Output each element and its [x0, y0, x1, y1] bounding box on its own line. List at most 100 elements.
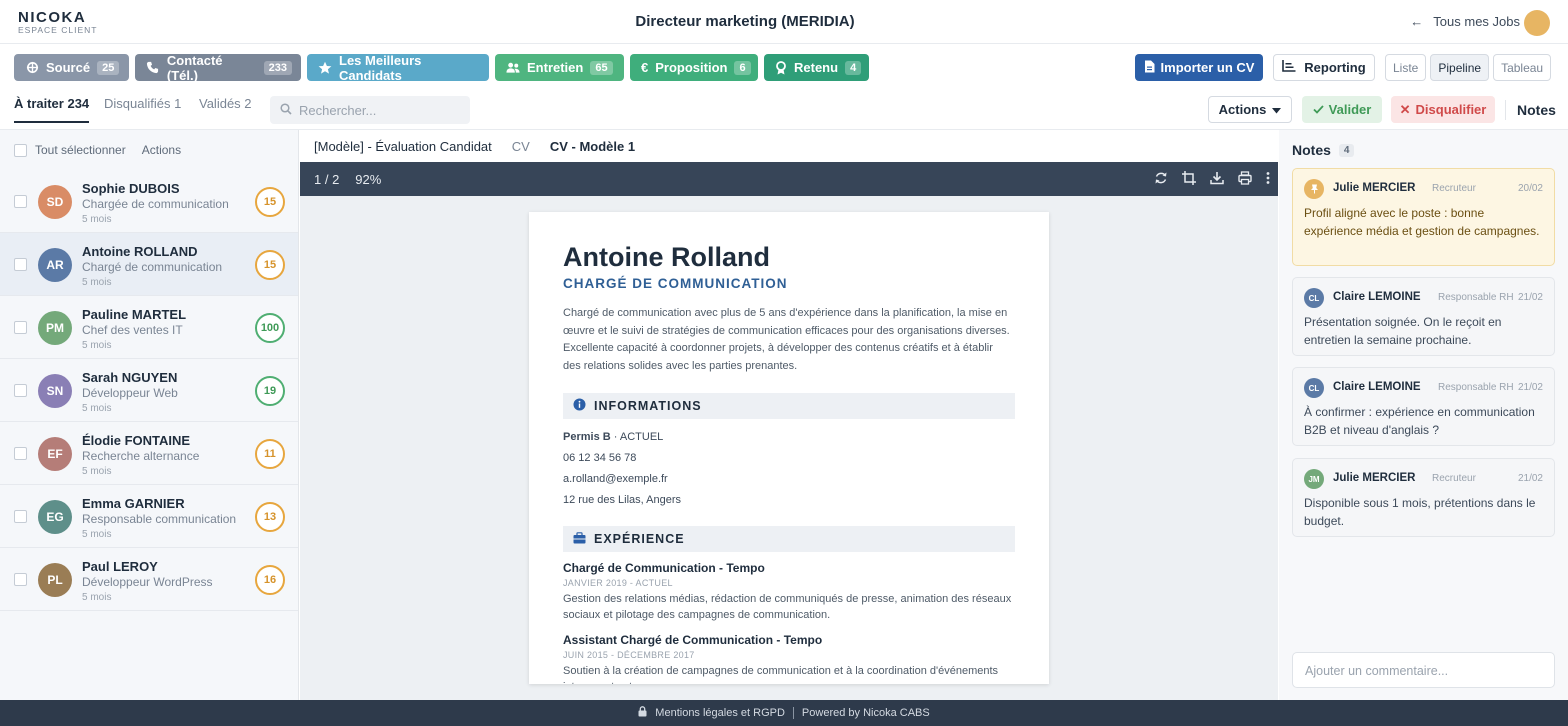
note-author: Claire LEMOINE [1333, 381, 1421, 393]
view-pipeline-button[interactable]: Pipeline [1430, 54, 1490, 81]
user-avatar[interactable] [1524, 10, 1550, 36]
cv-page: Antoine Rolland CHARGÉ DE COMMUNICATION … [529, 212, 1049, 684]
stage-contacted-button[interactable]: Contacté (Tél.) 233 [135, 53, 301, 83]
comment-input[interactable]: Ajouter un commentaire... [1292, 652, 1555, 688]
avatar: EG [38, 500, 72, 534]
pipeline-stage-bar: Sourcé 25 Contacté (Tél.) 233 Les Meille… [0, 44, 1568, 90]
select-all-checkbox[interactable] [14, 143, 27, 157]
caret-down-icon [1272, 102, 1282, 117]
candidate-name: Paul LEROY [82, 559, 158, 574]
candidate-name: Pauline MARTEL [82, 307, 187, 322]
candidate-checkbox[interactable] [14, 573, 27, 586]
validate-label: Valider [1328, 102, 1372, 117]
cv-address: 12 rue des Lilas, Angers [563, 494, 682, 506]
doc-tab-cv[interactable]: CV [512, 139, 530, 154]
candidate-row[interactable]: EF Élodie FONTAINE Recherche alternance 5 m… [0, 422, 298, 485]
download-icon[interactable] [1210, 171, 1224, 188]
chart-icon [1282, 60, 1296, 75]
select-all-row: Tout sélectionner Actions [0, 130, 298, 170]
powered-by: Powered by Nicoka CABS [801, 707, 930, 719]
divider [1505, 100, 1506, 120]
candidate-name: Antoine ROLLAND [82, 244, 198, 259]
import-cv-button[interactable]: Importer un CV [1135, 54, 1263, 81]
note-text: Profil aligné avec le poste : bonne expé… [1304, 206, 1540, 238]
stage-label: Sourcé [46, 60, 91, 75]
doc-tab-cv-model[interactable]: CV - Modèle 1 [550, 139, 635, 154]
avatar: SD [38, 185, 72, 219]
footer: Mentions légales et RGPD Powered by Nico… [0, 700, 1568, 726]
candidate-checkbox[interactable] [14, 447, 27, 460]
disqualify-button[interactable]: ✕ Disqualifier [1391, 96, 1495, 123]
view-table-button[interactable]: Tableau [1493, 54, 1552, 81]
note-card[interactable]: JM Julie MERCIER Recruteur 21/02 Disponi… [1292, 458, 1555, 537]
lock-icon [638, 706, 647, 720]
view-list-button[interactable]: Liste [1385, 54, 1427, 81]
stage-label: Les Meilleurs Candidats [339, 52, 422, 83]
select-all-label[interactable]: Tout sélectionner [35, 143, 126, 157]
stage-offer-button[interactable]: € Proposition 6 [630, 54, 758, 81]
back-to-jobs-link[interactable]: ← Tous mes Jobs [1410, 14, 1520, 29]
candidate-row[interactable]: AR Antoine ROLLAND Chargé de communication… [0, 233, 298, 296]
divider [792, 707, 794, 719]
reporting-button[interactable]: Reporting [1273, 54, 1375, 81]
cv-license: Permis B [563, 431, 611, 443]
candidate-row[interactable]: PM Pauline MARTEL Chef des ventes IT 5 mois… [0, 296, 298, 359]
list-actions-link[interactable]: Actions [142, 143, 181, 157]
note-date: 21/02 [1517, 292, 1543, 303]
candidate-checkbox[interactable] [14, 258, 27, 271]
actions-dropdown[interactable]: Actions [1208, 96, 1292, 123]
cv-experience-dates: JANVIER 2019 - ACTUEL [563, 578, 673, 588]
candidate-row[interactable]: SN Sarah NGUYEN Développeur Web 5 mois 19 [0, 359, 298, 422]
validate-button[interactable]: Valider [1302, 96, 1382, 123]
cv-section-experience: EXPÉRIENCE [563, 526, 1015, 552]
cv-experience-text: Gestion des relations médias, rédaction … [563, 593, 1012, 621]
candidate-job: Développeur WordPress [82, 575, 213, 589]
zoom-level[interactable]: 92% [355, 172, 381, 187]
candidate-name: Élodie FONTAINE [82, 433, 191, 448]
note-date: 21/02 [1517, 382, 1543, 393]
close-icon: ✕ [1399, 101, 1411, 117]
cv-section-info: INFORMATIONS [563, 393, 1015, 419]
note-card[interactable]: Julie MERCIER Recruteur 20/02 Profil ali… [1292, 168, 1555, 266]
candidate-checkbox[interactable] [14, 195, 27, 208]
reporting-label: Reporting [1304, 60, 1366, 75]
note-card[interactable]: CL Claire LEMOINE Responsable RH 21/02 À… [1292, 367, 1555, 446]
page-indicator: 1 / 2 [314, 171, 340, 187]
notes-count-badge: 4 [1338, 143, 1355, 157]
stage-best-candidates-button[interactable]: Les Meilleurs Candidats [307, 52, 489, 83]
avatar: SN [38, 374, 72, 408]
candidate-row[interactable]: PL Paul LEROY Développeur WordPress 5 mois 1… [0, 548, 298, 611]
stage-sourced-button[interactable]: Sourcé 25 [14, 54, 129, 81]
candidate-checkbox[interactable] [14, 384, 27, 397]
cv-experience-dates: JUIN 2015 - DÉCEMBRE 2017 [563, 650, 695, 660]
stage-label: Proposition [655, 60, 728, 75]
search-input[interactable]: Rechercher... [270, 96, 470, 124]
crop-icon[interactable] [1182, 171, 1196, 188]
stage-count: 4 [845, 60, 862, 75]
note-date: 20/02 [1517, 183, 1543, 194]
users-icon [506, 61, 520, 75]
stage-interview-button[interactable]: Entretien 65 [495, 54, 624, 81]
notes-toggle[interactable]: Notes [1517, 102, 1556, 118]
avatar: CL [1304, 378, 1324, 398]
candidate-checkbox[interactable] [14, 321, 27, 334]
more-vertical-icon[interactable] [1266, 171, 1270, 188]
stage-hired-button[interactable]: Retenu 4 [764, 54, 869, 81]
doc-tab-evaluation[interactable]: [Modèle] - Évaluation Candidat [314, 139, 492, 154]
refresh-icon[interactable] [1154, 171, 1168, 188]
avatar: CL [1304, 288, 1324, 308]
candidate-checkbox[interactable] [14, 510, 27, 523]
candidate-job: Recherche alternance [82, 449, 200, 463]
notes-header: Notes 4 [1292, 142, 1355, 158]
candidate-row[interactable]: EG Emma GARNIER Responsable communication 5… [0, 485, 298, 548]
note-card[interactable]: CL Claire LEMOINE Responsable RH 21/02 P… [1292, 277, 1555, 356]
stage-label: Retenu [794, 60, 839, 75]
print-icon[interactable] [1238, 171, 1252, 188]
cv-phone: 06 12 34 56 78 [563, 452, 637, 464]
tab-todo[interactable]: À traiter 234 [14, 96, 90, 123]
tab-disqualified[interactable]: Disqualifiés 1 [104, 96, 181, 111]
note-author: Claire LEMOINE [1333, 291, 1421, 303]
legal-link[interactable]: Mentions légales et RGPD [655, 707, 785, 719]
tab-validated[interactable]: Validés 2 [199, 96, 252, 111]
candidate-row[interactable]: SD Sophie DUBOIS Chargée de communication 5… [0, 170, 298, 233]
